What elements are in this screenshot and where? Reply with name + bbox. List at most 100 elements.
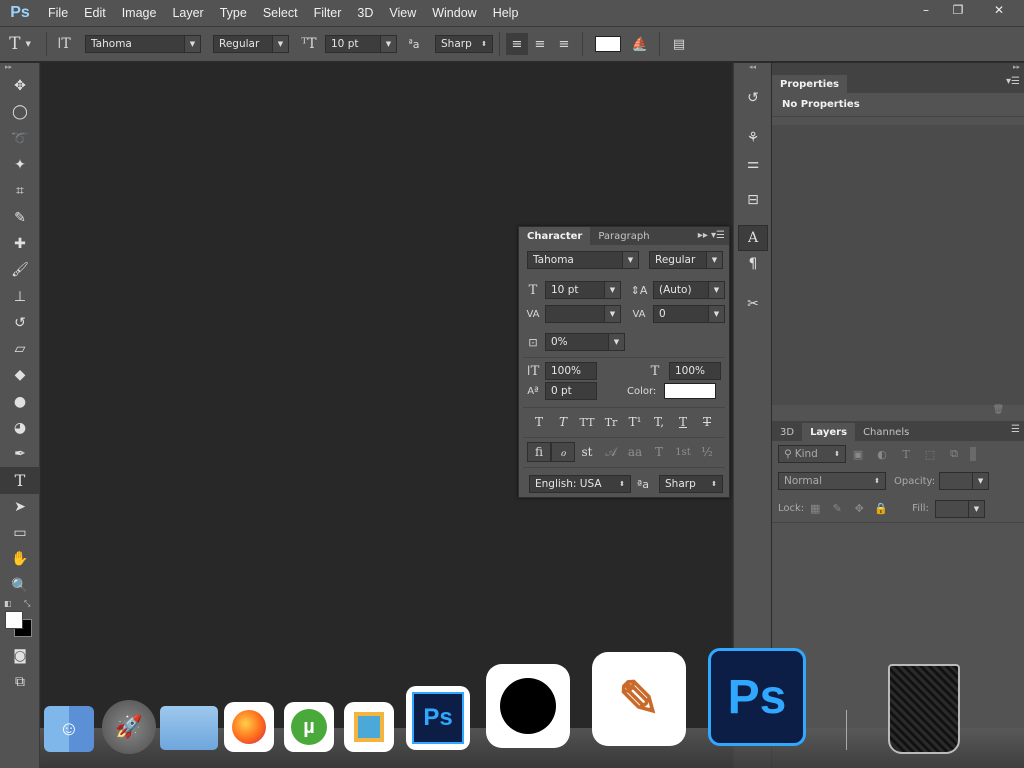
stylistic-alternates-button[interactable]: aa [623,442,647,462]
char-kerning-select[interactable]: ▼ [545,305,621,323]
marquee-tool-icon[interactable]: ◯ [0,99,40,125]
collapse-icon[interactable]: ▸▸ [772,63,1024,73]
fractions-button[interactable]: ½ [695,442,719,462]
menu-select[interactable]: Select [255,0,306,26]
firefox-app-icon[interactable] [224,702,274,752]
menu-view[interactable]: View [381,0,424,26]
panel-menu-icon[interactable]: ▸▸ ▾☰ [698,230,725,241]
tab-3d[interactable]: 3D [772,423,802,441]
fill-input[interactable]: ▼ [934,499,985,518]
default-colors-icon[interactable]: ◧ [4,599,12,608]
image-filter-icon[interactable]: ▣ [846,448,870,461]
language-select[interactable]: English: USA ⬍ [529,475,631,493]
tab-character[interactable]: Character [519,227,591,245]
folder-app-icon[interactable] [160,706,218,750]
char-vscale-input[interactable]: 100% [545,362,597,380]
font-family-select[interactable]: Tahoma ▼ [85,35,201,53]
menu-layer[interactable]: Layer [164,0,211,26]
shape-tool-icon[interactable]: ▭ [0,520,40,546]
char-tracking-select[interactable]: 0 ▼ [653,305,725,323]
character-panel-icon[interactable]: A [738,225,768,251]
char-leading-select[interactable]: (Auto) ▼ [653,281,725,299]
char-font-style-select[interactable]: Regular ▼ [649,251,723,269]
path-select-icon[interactable]: ➤ [0,494,40,520]
tab-channels[interactable]: Channels [855,423,917,441]
panel-menu-icon[interactable]: ☰ [1011,424,1020,435]
sublime-app-icon[interactable] [344,702,394,752]
underline-button[interactable]: T [671,412,695,432]
close-button[interactable]: ✕ [974,0,1024,20]
dodge-tool-icon[interactable]: ◕ [0,415,40,441]
hand-tool-icon[interactable]: ✋ [0,546,40,572]
opacity-input[interactable]: ▼ [939,472,990,490]
brush-presets-icon[interactable]: ⚘ [738,125,768,151]
text-orientation-icon[interactable]: ǀT [53,36,75,52]
strikethrough-button[interactable]: T [695,412,719,432]
type-filter-icon[interactable]: T [894,448,918,461]
lock-position-icon[interactable]: ✥ [848,502,870,515]
photoshop-small-app-icon[interactable]: Ps [406,686,470,750]
tab-layers[interactable]: Layers [802,423,856,441]
char-tsume-select[interactable]: 0% ▼ [545,333,625,351]
menu-window[interactable]: Window [424,0,484,26]
shape-filter-icon[interactable]: ⬚ [918,448,942,461]
swash-button[interactable]: 𝒜 [599,442,623,462]
history-panel-icon[interactable]: ↺ [738,85,768,111]
blend-mode-select[interactable]: Normal ⬍ [778,472,886,490]
char-baseline-input[interactable]: 0 pt [545,382,597,400]
faux-bold-button[interactable]: T [527,412,551,432]
char-color-swatch[interactable] [664,383,717,399]
paint-bucket-icon[interactable]: ◆ [0,362,40,388]
lock-transparent-icon[interactable]: ▦ [804,502,826,515]
history-brush-icon[interactable]: ↺ [0,310,40,336]
apple-app-icon[interactable] [486,664,570,748]
char-antialias-select[interactable]: Sharp ⬍ [659,475,723,493]
menu-3d[interactable]: 3D [349,0,381,26]
magic-wand-icon[interactable]: ✦ [0,152,40,178]
contextual-alternates-button[interactable]: ℴ [551,442,575,462]
char-font-family-select[interactable]: Tahoma ▼ [527,251,639,269]
antialias-select[interactable]: Sharp ⬍ [435,35,493,53]
trash-icon[interactable]: 🗑 [772,405,1024,417]
titling-alternates-button[interactable]: T [647,442,671,462]
subscript-button[interactable]: T, [647,412,671,432]
tool-presets-icon[interactable]: ✂ [738,291,768,317]
discretionary-ligatures-button[interactable]: st [575,442,599,462]
menu-file[interactable]: File [40,0,76,26]
warp-text-icon[interactable]: ⛵ [627,37,653,52]
lasso-tool-icon[interactable]: ➰ [0,126,40,152]
tab-properties[interactable]: Properties [772,75,847,93]
font-style-select[interactable]: Regular ▼ [213,35,289,53]
faux-italic-button[interactable]: T [551,412,575,432]
layer-filter-select[interactable]: ⚲ Kind ⬍ [778,445,846,463]
move-tool-icon[interactable]: ✥ [0,73,40,99]
menu-filter[interactable]: Filter [306,0,350,26]
type-tool-preset-icon[interactable]: T ▼ [0,34,40,54]
all-caps-button[interactable]: TT [575,412,599,432]
align-left-icon[interactable]: ≡ [506,33,528,55]
font-size-select[interactable]: 10 pt ▼ [325,35,397,53]
char-size-select[interactable]: 10 pt ▼ [545,281,621,299]
filter-toggle[interactable] [970,447,976,461]
stamp-tool-icon[interactable]: ⊥ [0,283,40,309]
ligatures-button[interactable]: fi [527,442,551,462]
app-logo[interactable]: Ps [0,0,40,26]
photoshop-large-app-icon[interactable]: Ps [708,648,806,746]
paragraph-panel-icon[interactable]: ¶ [738,251,768,277]
ordinals-button[interactable]: 1st [671,442,695,462]
text-color-swatch[interactable] [595,36,621,52]
eyedropper-icon[interactable]: ✎ [0,204,40,230]
menu-help[interactable]: Help [485,0,527,26]
minimize-button[interactable]: – [910,0,942,20]
menu-type[interactable]: Type [212,0,255,26]
eraser-tool-icon[interactable]: ▱ [0,336,40,362]
restore-button[interactable]: ❐ [942,0,974,20]
superscript-button[interactable]: T¹ [623,412,647,432]
collapse-icon[interactable]: ▸▸ [0,63,39,73]
crop-tool-icon[interactable]: ⌗ [0,178,40,204]
swap-colors-icon[interactable]: ⤡ [24,599,30,609]
app-store-icon[interactable]: ✎ [592,652,686,746]
foreground-color-swatch[interactable] [5,610,23,629]
tab-paragraph[interactable]: Paragraph [590,227,657,245]
lock-all-icon[interactable]: 🔒 [870,502,892,515]
